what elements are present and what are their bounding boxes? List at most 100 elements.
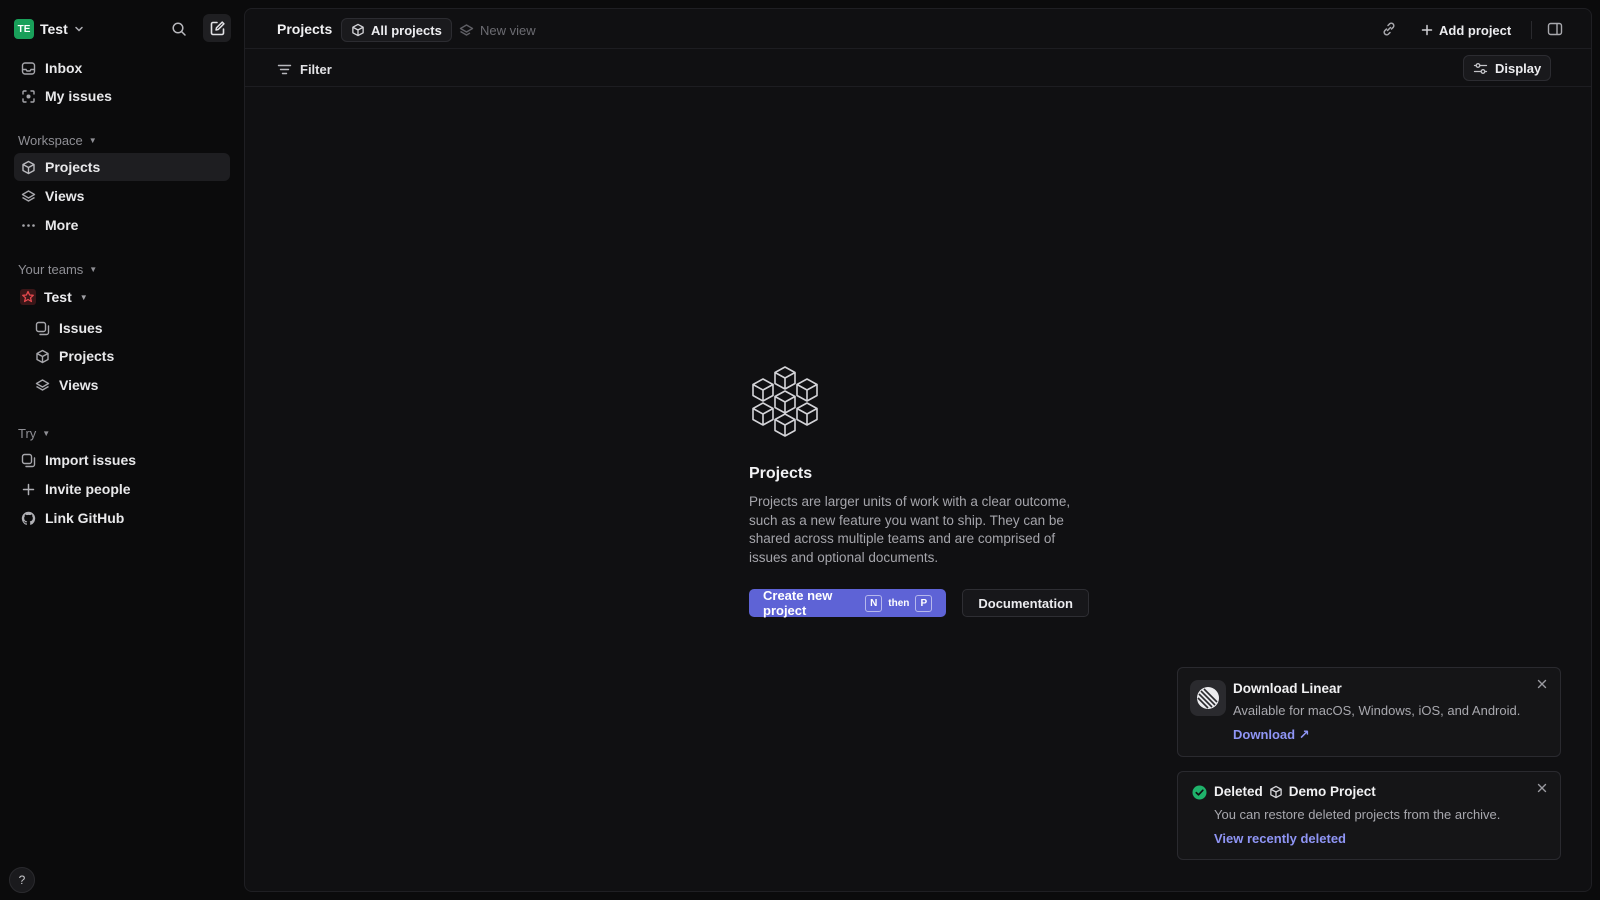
section-label: Your teams — [18, 261, 84, 277]
sidebar-item-team-views[interactable]: Views — [28, 371, 230, 399]
sidebar-item-my-issues[interactable]: My issues — [14, 82, 230, 110]
sidebar-item-more[interactable]: More — [14, 211, 230, 239]
button-label: Create new project — [763, 588, 833, 618]
toast-title: Download Linear — [1233, 681, 1342, 696]
layers-icon — [20, 188, 36, 204]
close-toast-button[interactable] — [1536, 782, 1548, 794]
layers-icon — [34, 377, 50, 393]
breadcrumb[interactable]: Projects — [277, 21, 332, 37]
caret-down-icon: ▼ — [79, 292, 88, 302]
new-view-button[interactable]: New view — [459, 18, 536, 42]
issues-icon — [34, 320, 50, 336]
sidebar-item-label: My issues — [45, 88, 112, 104]
cube-icon — [34, 348, 50, 364]
search-button[interactable] — [166, 16, 192, 42]
top-bar: Projects All projects New view Add proje… — [245, 9, 1591, 49]
toast-body: Available for macOS, Windows, iOS, and A… — [1233, 703, 1521, 718]
sidebar-item-label: Issues — [59, 320, 103, 336]
filter-button[interactable]: Filter — [277, 59, 332, 79]
documentation-button[interactable]: Documentation — [962, 589, 1089, 617]
tab-label: All projects — [371, 22, 442, 38]
sidebar-item-label: Import issues — [45, 452, 137, 468]
empty-state-title: Projects — [749, 465, 813, 482]
toast-body: You can restore deleted projects from th… — [1214, 807, 1501, 822]
filter-icon — [277, 62, 292, 77]
empty-state: Projects Projects are larger units of wo… — [749, 365, 1089, 618]
main-panel: Projects All projects New view Add proje… — [244, 8, 1592, 892]
sidebar-item-label: Views — [45, 188, 85, 204]
sidebar-item-import-issues[interactable]: Import issues — [14, 446, 230, 474]
filter-label: Filter — [300, 61, 332, 77]
empty-state-description: Projects are larger units of work with a… — [749, 494, 1071, 565]
sidebar-item-label: Inbox — [45, 60, 83, 76]
sidebar-item-invite-people[interactable]: Invite people — [14, 475, 230, 503]
view-recently-deleted-link[interactable]: View recently deleted — [1214, 831, 1346, 846]
deleted-project-name: Demo Project — [1288, 784, 1376, 799]
try-section-toggle[interactable]: Try ▼ — [18, 424, 50, 442]
shortcut-then: then — [888, 597, 910, 609]
plus-icon — [1421, 24, 1433, 36]
close-icon — [1536, 678, 1548, 690]
sidebar-item-label: Link GitHub — [45, 510, 125, 526]
copy-link-button[interactable] — [1381, 21, 1397, 37]
shortcut-key: N — [865, 594, 883, 612]
sidebar-item-team-projects[interactable]: Projects — [28, 342, 230, 370]
filter-bar: Filter Display — [245, 49, 1591, 87]
cube-icon — [351, 23, 365, 37]
sidebar-item-team-issues[interactable]: Issues — [28, 314, 230, 342]
import-icon — [20, 452, 36, 468]
caret-down-icon: ▼ — [88, 135, 97, 145]
sliders-icon — [1473, 61, 1488, 76]
inbox-icon — [20, 60, 36, 76]
cube-icon — [1269, 785, 1283, 799]
sidebar-item-link-github[interactable]: Link GitHub — [14, 504, 230, 532]
toast-status: Deleted — [1214, 784, 1263, 799]
workspace-switcher[interactable]: TE Test — [14, 16, 84, 42]
display-label: Display — [1495, 60, 1542, 76]
workspace-section-toggle[interactable]: Workspace ▼ — [18, 131, 97, 149]
divider — [1531, 21, 1532, 39]
teams-section-toggle[interactable]: Your teams ▼ — [18, 260, 97, 278]
new-issue-button[interactable] — [203, 14, 231, 42]
download-link[interactable]: Download ↗ — [1233, 727, 1310, 743]
sidebar-panel-icon — [1547, 21, 1563, 37]
sidebar-item-label: Views — [59, 377, 99, 393]
toast-title-row: Deleted Demo Project — [1214, 784, 1376, 799]
workspace-badge: TE — [14, 19, 34, 39]
sidebar-item-label: More — [45, 217, 79, 233]
download-linear-toast: Download Linear Available for macOS, Win… — [1177, 667, 1561, 757]
empty-state-actions: Create new project N then P Documentatio… — [749, 588, 1089, 618]
cubes-illustration-icon — [749, 365, 821, 437]
sidebar-item-inbox[interactable]: Inbox — [14, 54, 230, 82]
sidebar-item-label: Projects — [59, 348, 115, 364]
section-label: Workspace — [18, 132, 83, 148]
caret-down-icon: ▼ — [89, 264, 98, 274]
team-name: Test — [44, 289, 72, 305]
display-options-button[interactable]: Display — [1463, 55, 1552, 81]
close-icon — [1536, 782, 1548, 794]
github-icon — [20, 510, 36, 526]
help-button[interactable]: ? — [9, 867, 35, 893]
create-new-project-button[interactable]: Create new project N then P — [749, 588, 947, 618]
shortcut-key: P — [915, 594, 933, 612]
more-icon — [20, 217, 36, 233]
workspace-name: Test — [40, 21, 68, 37]
link-icon — [1381, 21, 1397, 37]
layers-plus-icon — [459, 23, 474, 38]
tab-all-projects[interactable]: All projects — [341, 18, 452, 42]
sidebar: TE Test Inbox My issues Workspace ▼ Proj… — [0, 0, 244, 900]
project-deleted-toast: Deleted Demo Project You can restore del… — [1177, 771, 1561, 860]
caret-down-icon: ▼ — [42, 428, 51, 438]
sidebar-item-views[interactable]: Views — [14, 182, 230, 210]
toggle-details-panel-button[interactable] — [1547, 21, 1563, 37]
my-issues-icon — [20, 88, 36, 104]
search-icon — [171, 21, 187, 37]
star-team-icon — [20, 289, 36, 305]
sidebar-item-projects[interactable]: Projects — [14, 153, 230, 181]
close-toast-button[interactable] — [1536, 678, 1548, 690]
chevron-down-icon — [74, 24, 84, 34]
section-label: Try — [18, 425, 37, 441]
add-project-button[interactable]: Add project — [1421, 19, 1511, 41]
plus-icon — [20, 481, 36, 497]
team-test[interactable]: Test ▼ — [14, 284, 88, 310]
